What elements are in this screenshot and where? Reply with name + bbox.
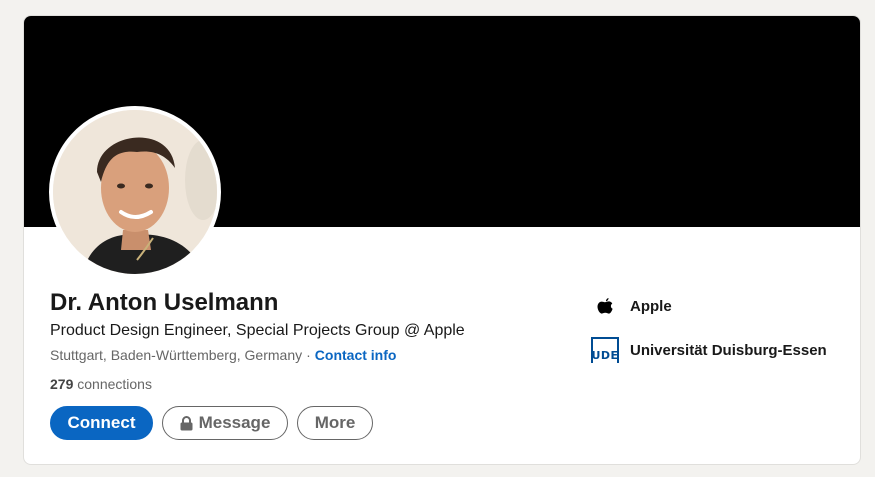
company-name: Apple <box>630 297 672 315</box>
connections-label: connections <box>77 376 152 392</box>
ude-logo-text: UDE <box>591 337 619 363</box>
school-name: Universität Duisburg-Essen <box>630 341 827 359</box>
profile-name: Dr. Anton Uselmann <box>50 289 279 316</box>
message-button-label: Message <box>198 413 271 432</box>
current-company-apple[interactable]: Apple <box>589 291 827 321</box>
profile-actions: Connect Message More <box>50 406 373 440</box>
profile-side-info: Apple UDE Universität Duisburg-Essen <box>589 291 827 379</box>
connect-button[interactable]: Connect <box>50 406 153 440</box>
education-ude[interactable]: UDE Universität Duisburg-Essen <box>589 335 827 365</box>
profile-location: Stuttgart, Baden-Württemberg, Germany <box>50 347 303 363</box>
ude-logo-icon: UDE <box>589 335 621 365</box>
profile-card: Dr. Anton Uselmann Product Design Engine… <box>23 15 861 465</box>
message-button[interactable]: Message <box>162 406 288 440</box>
location-line: Stuttgart, Baden-Württemberg, Germany · Co… <box>50 345 396 365</box>
lock-icon <box>180 415 193 431</box>
more-button-label: More <box>314 413 356 432</box>
more-button[interactable]: More <box>297 406 373 440</box>
contact-info-link[interactable]: Contact info <box>315 347 397 363</box>
profile-headline: Product Design Engineer, Special Project… <box>50 322 465 339</box>
apple-logo-icon <box>589 291 621 321</box>
profile-photo[interactable] <box>49 106 221 278</box>
connections-number: 279 <box>50 376 74 392</box>
connections-count: 279 connections <box>50 374 152 394</box>
connect-button-label: Connect <box>67 413 136 432</box>
separator-dot: · <box>306 347 311 363</box>
avatar-illustration <box>53 110 217 274</box>
